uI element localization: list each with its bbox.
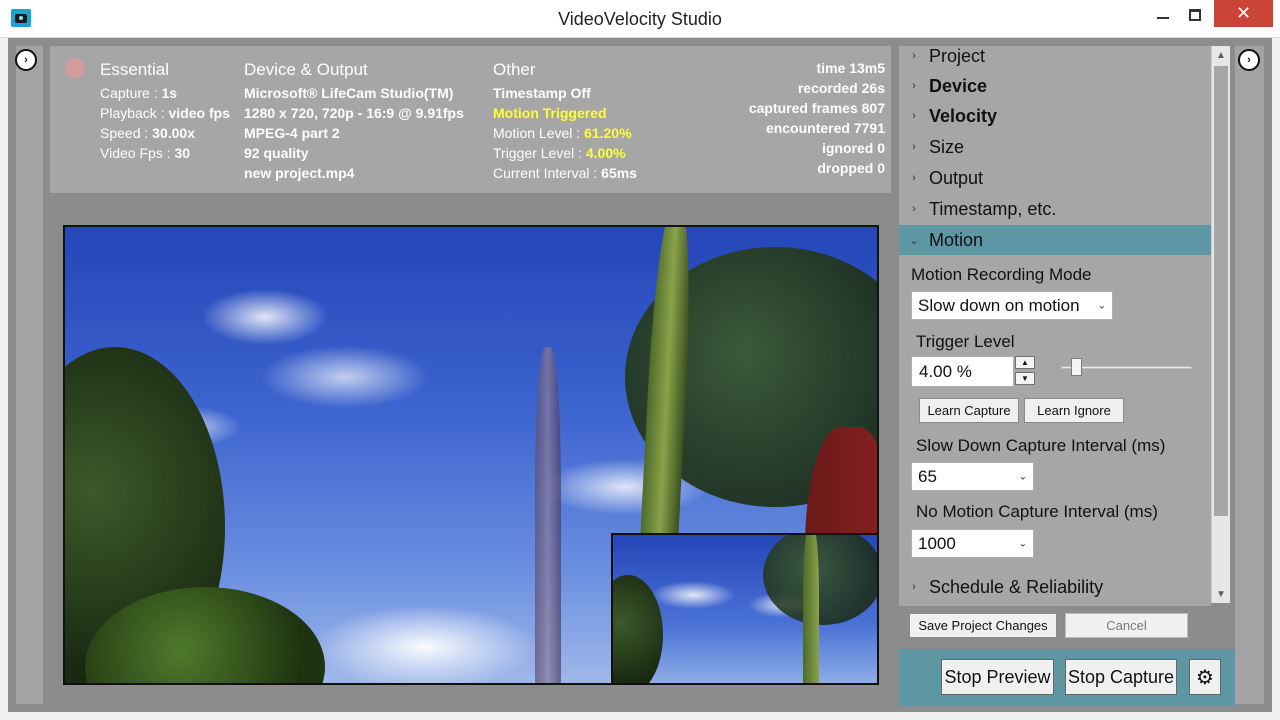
scrollbar-thumb[interactable] <box>1214 66 1228 516</box>
expand-right-button[interactable]: › <box>1238 49 1260 71</box>
left-collapse-strip: › <box>15 46 43 704</box>
settings-panel: › Project › Device › Velocity › Size › Output… <box>899 46 1211 606</box>
right-collapse-strip: › <box>1235 46 1264 704</box>
trigger-level-label: Trigger Level <box>916 332 1015 351</box>
learn-ignore-button[interactable]: Learn Ignore <box>1024 398 1124 423</box>
motion-mode-label: Motion Recording Mode <box>911 265 1092 284</box>
recording-indicator-icon <box>65 58 85 78</box>
expand-left-button[interactable]: › <box>15 49 37 71</box>
essential-heading: Essential <box>100 60 169 79</box>
stat-dropped: dropped 0 <box>817 160 885 176</box>
device-column: Device & Output Microsoft® LifeCam Studi… <box>244 60 464 183</box>
stop-preview-button[interactable]: Stop Preview <box>941 659 1054 695</box>
maximize-button[interactable] <box>1172 0 1218 30</box>
section-device[interactable]: › Device <box>899 71 1211 101</box>
resolution-value: 1280 x 720, 720p - 16:9 @ 9.91fps <box>244 105 464 121</box>
section-timestamp[interactable]: › Timestamp, etc. <box>899 194 1211 224</box>
chevron-down-icon: ⌄ <box>1018 471 1027 482</box>
slow-down-interval-label: Slow Down Capture Interval (ms) <box>916 436 1166 455</box>
section-motion[interactable]: ⌄ Motion <box>899 225 1211 255</box>
trigger-level-slider-thumb[interactable] <box>1070 358 1082 376</box>
other-column: Other Timestamp Off Motion Triggered Mot… <box>493 60 637 183</box>
stat-captured: captured frames 807 <box>748 100 885 116</box>
trigger-level-input[interactable]: 4.00 % <box>911 356 1014 387</box>
chevron-right-icon: › <box>912 110 916 122</box>
slow-down-interval-select[interactable]: 65 ⌄ <box>911 462 1034 491</box>
chevron-right-icon: › <box>912 581 916 593</box>
section-velocity[interactable]: › Velocity <box>899 101 1211 131</box>
settings-button[interactable]: ⚙ <box>1189 659 1221 695</box>
chevron-down-icon: ⌄ <box>1097 300 1106 311</box>
caret-up-icon: ▲ <box>1021 358 1029 367</box>
quality-value: 92 quality <box>244 145 309 161</box>
maximize-icon <box>1189 9 1201 21</box>
speed-row: Speed : 30.00x <box>100 125 195 141</box>
pip-grass-blade <box>803 535 819 683</box>
stat-recorded: recorded 26s <box>797 80 885 96</box>
cancel-button[interactable]: Cancel <box>1065 613 1188 638</box>
codec-value: MPEG-4 part 2 <box>244 125 340 141</box>
grass-blade-blurred <box>535 347 561 683</box>
save-project-button[interactable]: Save Project Changes <box>909 613 1057 638</box>
pip-foliage-left <box>613 575 663 683</box>
section-schedule[interactable]: › Schedule & Reliability <box>899 572 1211 602</box>
chevron-right-icon: › <box>912 172 916 184</box>
device-heading: Device & Output <box>244 60 368 79</box>
capture-row: Capture : 1s <box>100 85 178 101</box>
gear-icon: ⚙ <box>1196 666 1214 689</box>
chevron-right-icon: › <box>24 53 28 66</box>
current-interval-row: Current Interval : 65ms <box>493 165 637 181</box>
minimize-icon <box>1157 17 1169 19</box>
scroll-up-icon[interactable]: ▲ <box>1212 46 1230 64</box>
trigger-down-button[interactable]: ▼ <box>1015 372 1035 385</box>
trigger-up-button[interactable]: ▲ <box>1015 356 1035 369</box>
chevron-right-icon: › <box>1247 53 1251 66</box>
window-title: VideoVelocity Studio <box>558 9 722 29</box>
essential-column: Essential Capture : 1s Playback : video … <box>100 60 230 163</box>
other-heading: Other <box>493 60 536 79</box>
close-icon: ✕ <box>1235 3 1252 23</box>
video-preview <box>63 225 879 685</box>
motion-mode-value: Slow down on motion <box>918 295 1080 315</box>
stat-time: time 13m5 <box>816 60 885 76</box>
chevron-right-icon: › <box>912 203 916 215</box>
chevron-right-icon: › <box>912 50 916 62</box>
chevron-down-icon: ⌄ <box>1018 538 1027 549</box>
no-motion-interval-label: No Motion Capture Interval (ms) <box>916 502 1158 521</box>
stat-ignored: ignored 0 <box>821 140 885 156</box>
learn-capture-button[interactable]: Learn Capture <box>919 398 1019 423</box>
motion-level-row: Motion Level : 61.20% <box>493 125 632 141</box>
action-bar: Stop Preview Stop Capture ⚙ <box>899 649 1235 706</box>
main-area: › Essential Capture : 1s Playback : vide… <box>8 38 1272 712</box>
section-size[interactable]: › Size <box>899 132 1211 162</box>
scroll-down-icon[interactable]: ▼ <box>1212 585 1230 603</box>
section-project[interactable]: › Project <box>899 46 1211 71</box>
section-output[interactable]: › Output <box>899 163 1211 193</box>
camera-name: Microsoft® LifeCam Studio(TM) <box>244 85 454 101</box>
motion-mode-select[interactable]: Slow down on motion ⌄ <box>911 291 1113 320</box>
stats-column: time 13m5 recorded 26s captured frames 8… <box>749 58 885 178</box>
settings-scrollbar[interactable]: ▲ ▼ <box>1211 46 1230 603</box>
playback-row: Playback : video fps <box>100 105 230 121</box>
pip-foliage-right <box>763 535 877 625</box>
video-fps-row: Video Fps : 30 <box>100 145 191 161</box>
timestamp-state: Timestamp Off <box>493 85 591 101</box>
trigger-level-row: Trigger Level : 4.00% <box>493 145 626 161</box>
chevron-down-icon: ⌄ <box>909 234 919 247</box>
chevron-right-icon: › <box>912 80 916 92</box>
stat-encountered: encountered 7791 <box>765 120 885 136</box>
motion-triggered-badge: Motion Triggered <box>493 105 607 121</box>
close-button[interactable]: ✕ <box>1214 0 1273 27</box>
output-file: new project.mp4 <box>244 165 355 181</box>
stop-capture-button[interactable]: Stop Capture <box>1065 659 1177 695</box>
status-panel: Essential Capture : 1s Playback : video … <box>50 46 891 193</box>
chevron-right-icon: › <box>912 141 916 153</box>
caret-down-icon: ▼ <box>1021 374 1029 383</box>
title-bar: VideoVelocity Studio ✕ <box>0 0 1280 38</box>
picture-in-picture-preview <box>611 533 877 683</box>
no-motion-interval-select[interactable]: 1000 ⌄ <box>911 529 1034 558</box>
